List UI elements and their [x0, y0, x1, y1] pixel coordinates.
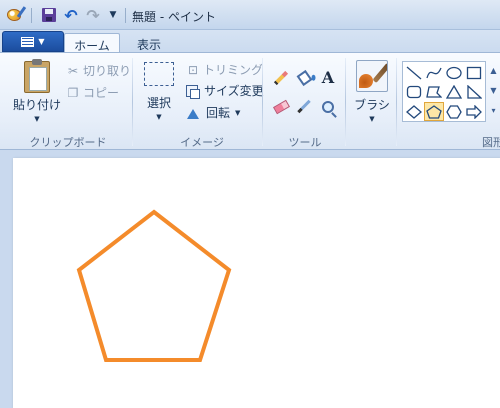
rotate-label: 回転 [206, 106, 231, 120]
gallery-expand-icon[interactable]: ▾ [487, 101, 500, 121]
rotate-icon [186, 107, 200, 119]
brushes-button[interactable]: ブラシ ▼ [352, 60, 392, 128]
right-triangle-shape-icon[interactable] [464, 82, 484, 101]
crop-icon: ⊡ [187, 62, 199, 77]
group-separator [132, 58, 133, 146]
shapes-gallery-scroll: ▲ ▼ ▾ [487, 61, 500, 122]
cut-button[interactable]: ✂ 切り取り [66, 62, 131, 79]
text-tool[interactable]: A [317, 67, 339, 88]
copy-icon: ❐ [67, 85, 79, 100]
clipboard-group-label: クリップボード [29, 136, 107, 149]
title-separator [125, 8, 126, 23]
drawn-pentagon [76, 209, 232, 362]
brushes-label: ブラシ [354, 98, 390, 112]
diamond-shape-icon[interactable] [404, 102, 424, 121]
triangle-shape-icon[interactable] [444, 82, 464, 101]
clipboard-icon [24, 59, 50, 93]
oval-shape-icon[interactable] [444, 63, 464, 82]
copy-button[interactable]: ❐ コピー [66, 84, 119, 101]
paste-button[interactable]: 貼り付け ▼ [12, 58, 62, 128]
menu-icon [21, 36, 35, 47]
paint-app-icon[interactable] [4, 6, 24, 24]
scroll-down-icon[interactable]: ▼ [487, 81, 500, 101]
magnifier-tool[interactable] [317, 96, 339, 117]
tab-view[interactable]: 表示 [126, 33, 172, 53]
tools-group-label: ツール [288, 136, 322, 149]
eyedropper-icon [297, 99, 311, 114]
brush-icon [356, 60, 388, 92]
cut-label: 切り取り [83, 64, 132, 78]
pentagon-shape-icon[interactable] [424, 102, 444, 121]
group-separator [345, 58, 346, 146]
pencil-icon [273, 70, 289, 85]
resize-icon [186, 84, 200, 99]
copy-label: コピー [83, 86, 120, 100]
polygon-shape-icon[interactable] [424, 82, 444, 101]
chevron-down-icon: ▼ [34, 115, 40, 123]
right-arrow-shape-icon[interactable] [464, 102, 484, 121]
chevron-down-icon: ▼ [156, 113, 162, 121]
undo-icon[interactable]: ↶ [62, 6, 80, 25]
shapes-gallery [402, 61, 486, 122]
drawing-canvas[interactable] [13, 158, 500, 408]
crop-button[interactable]: ⊡ トリミング [186, 61, 263, 78]
group-separator [396, 58, 397, 146]
resize-button[interactable]: サイズ変更 [186, 82, 264, 99]
resize-label: サイズ変更 [204, 84, 264, 98]
scissors-icon: ✂ [67, 63, 79, 78]
curve-shape-icon[interactable] [424, 63, 444, 82]
scroll-up-icon[interactable]: ▲ [487, 61, 500, 81]
paint-menu-button[interactable]: ▼ [2, 31, 64, 52]
chevron-down-icon: ▼ [38, 37, 45, 46]
select-button[interactable]: 選択 ▼ [140, 62, 178, 128]
eraser-icon [272, 99, 290, 114]
tab-home[interactable]: ホーム [64, 33, 120, 54]
paste-label: 貼り付け [12, 98, 61, 112]
crop-label: トリミング [203, 63, 264, 77]
fill-tool[interactable] [293, 67, 315, 88]
chevron-down-icon: ▼ [235, 108, 241, 117]
magnifier-icon [322, 100, 334, 113]
group-separator [262, 58, 263, 146]
paint-bucket-icon [296, 69, 312, 86]
shapes-group-label: 図形 [482, 136, 500, 149]
image-group-label: イメージ [180, 136, 224, 149]
pencil-tool[interactable] [270, 67, 292, 88]
rounded-rectangle-shape-icon[interactable] [404, 82, 424, 101]
window-title: 無題 - ペイント [132, 10, 216, 24]
chevron-down-icon: ▼ [369, 115, 375, 123]
line-shape-icon[interactable] [404, 63, 424, 82]
selection-icon [144, 62, 174, 86]
eraser-tool[interactable] [270, 96, 292, 117]
color-picker-tool[interactable] [293, 96, 315, 117]
quick-access-separator [31, 8, 32, 23]
save-icon[interactable] [40, 6, 58, 24]
pentagon-drawing [76, 209, 232, 362]
hexagon-shape-icon[interactable] [444, 102, 464, 121]
rotate-button[interactable]: 回転 ▼ [186, 104, 240, 121]
customize-quick-access-icon[interactable]: ▼ [106, 6, 120, 24]
rectangle-shape-icon[interactable] [464, 63, 484, 82]
select-label: 選択 [146, 96, 171, 110]
redo-icon[interactable]: ↷ [84, 6, 102, 25]
